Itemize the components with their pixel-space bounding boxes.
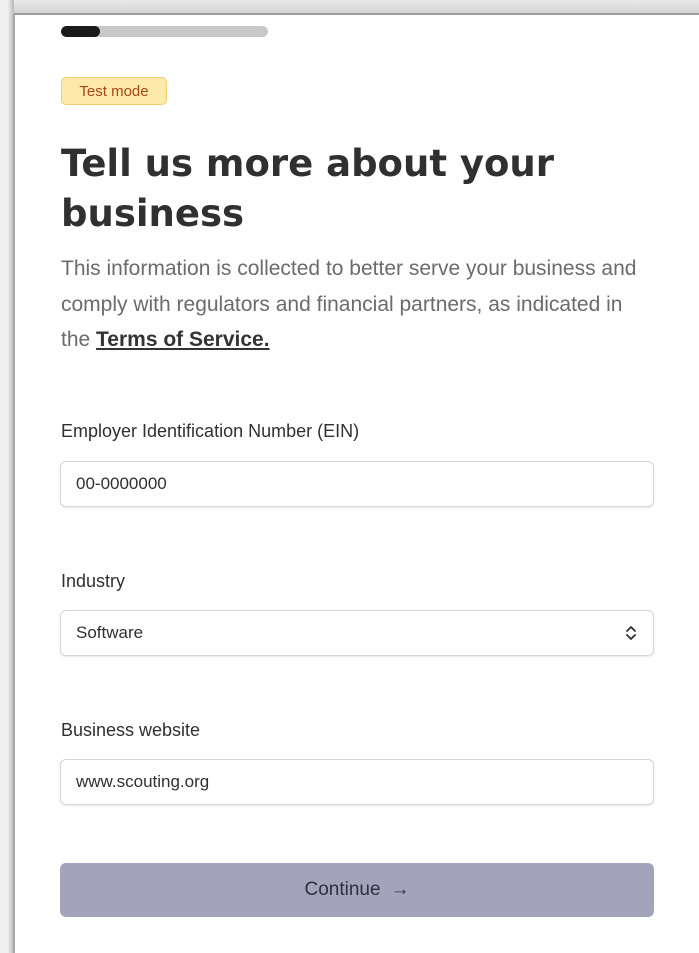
industry-selected-value: Software: [76, 623, 144, 642]
test-mode-badge: Test mode: [61, 77, 167, 105]
page-title: Tell us more about your business: [61, 142, 555, 235]
onboarding-form: Test mode Tell us more about your busine…: [15, 15, 699, 953]
chevron-up-down-icon: [626, 626, 636, 640]
industry-select[interactable]: Software: [60, 610, 654, 656]
progress-bar: [61, 26, 268, 37]
continue-label: Continue: [304, 879, 381, 900]
continue-button[interactable]: Continue →: [60, 863, 654, 917]
ein-input[interactable]: [60, 461, 654, 507]
ein-label: Employer Identification Number (EIN): [61, 421, 360, 441]
website-input[interactable]: [60, 759, 654, 805]
page-description: This information is collected to better …: [61, 251, 651, 358]
progress-bar-fill: [61, 26, 101, 37]
window-frame-top: [0, 0, 699, 14]
arrow-right-icon: →: [390, 879, 410, 900]
terms-of-service-link[interactable]: Terms of Service.: [96, 328, 270, 351]
website-label: Business website: [61, 720, 201, 740]
industry-label: Industry: [61, 571, 126, 591]
window-frame-left: [0, 0, 14, 953]
